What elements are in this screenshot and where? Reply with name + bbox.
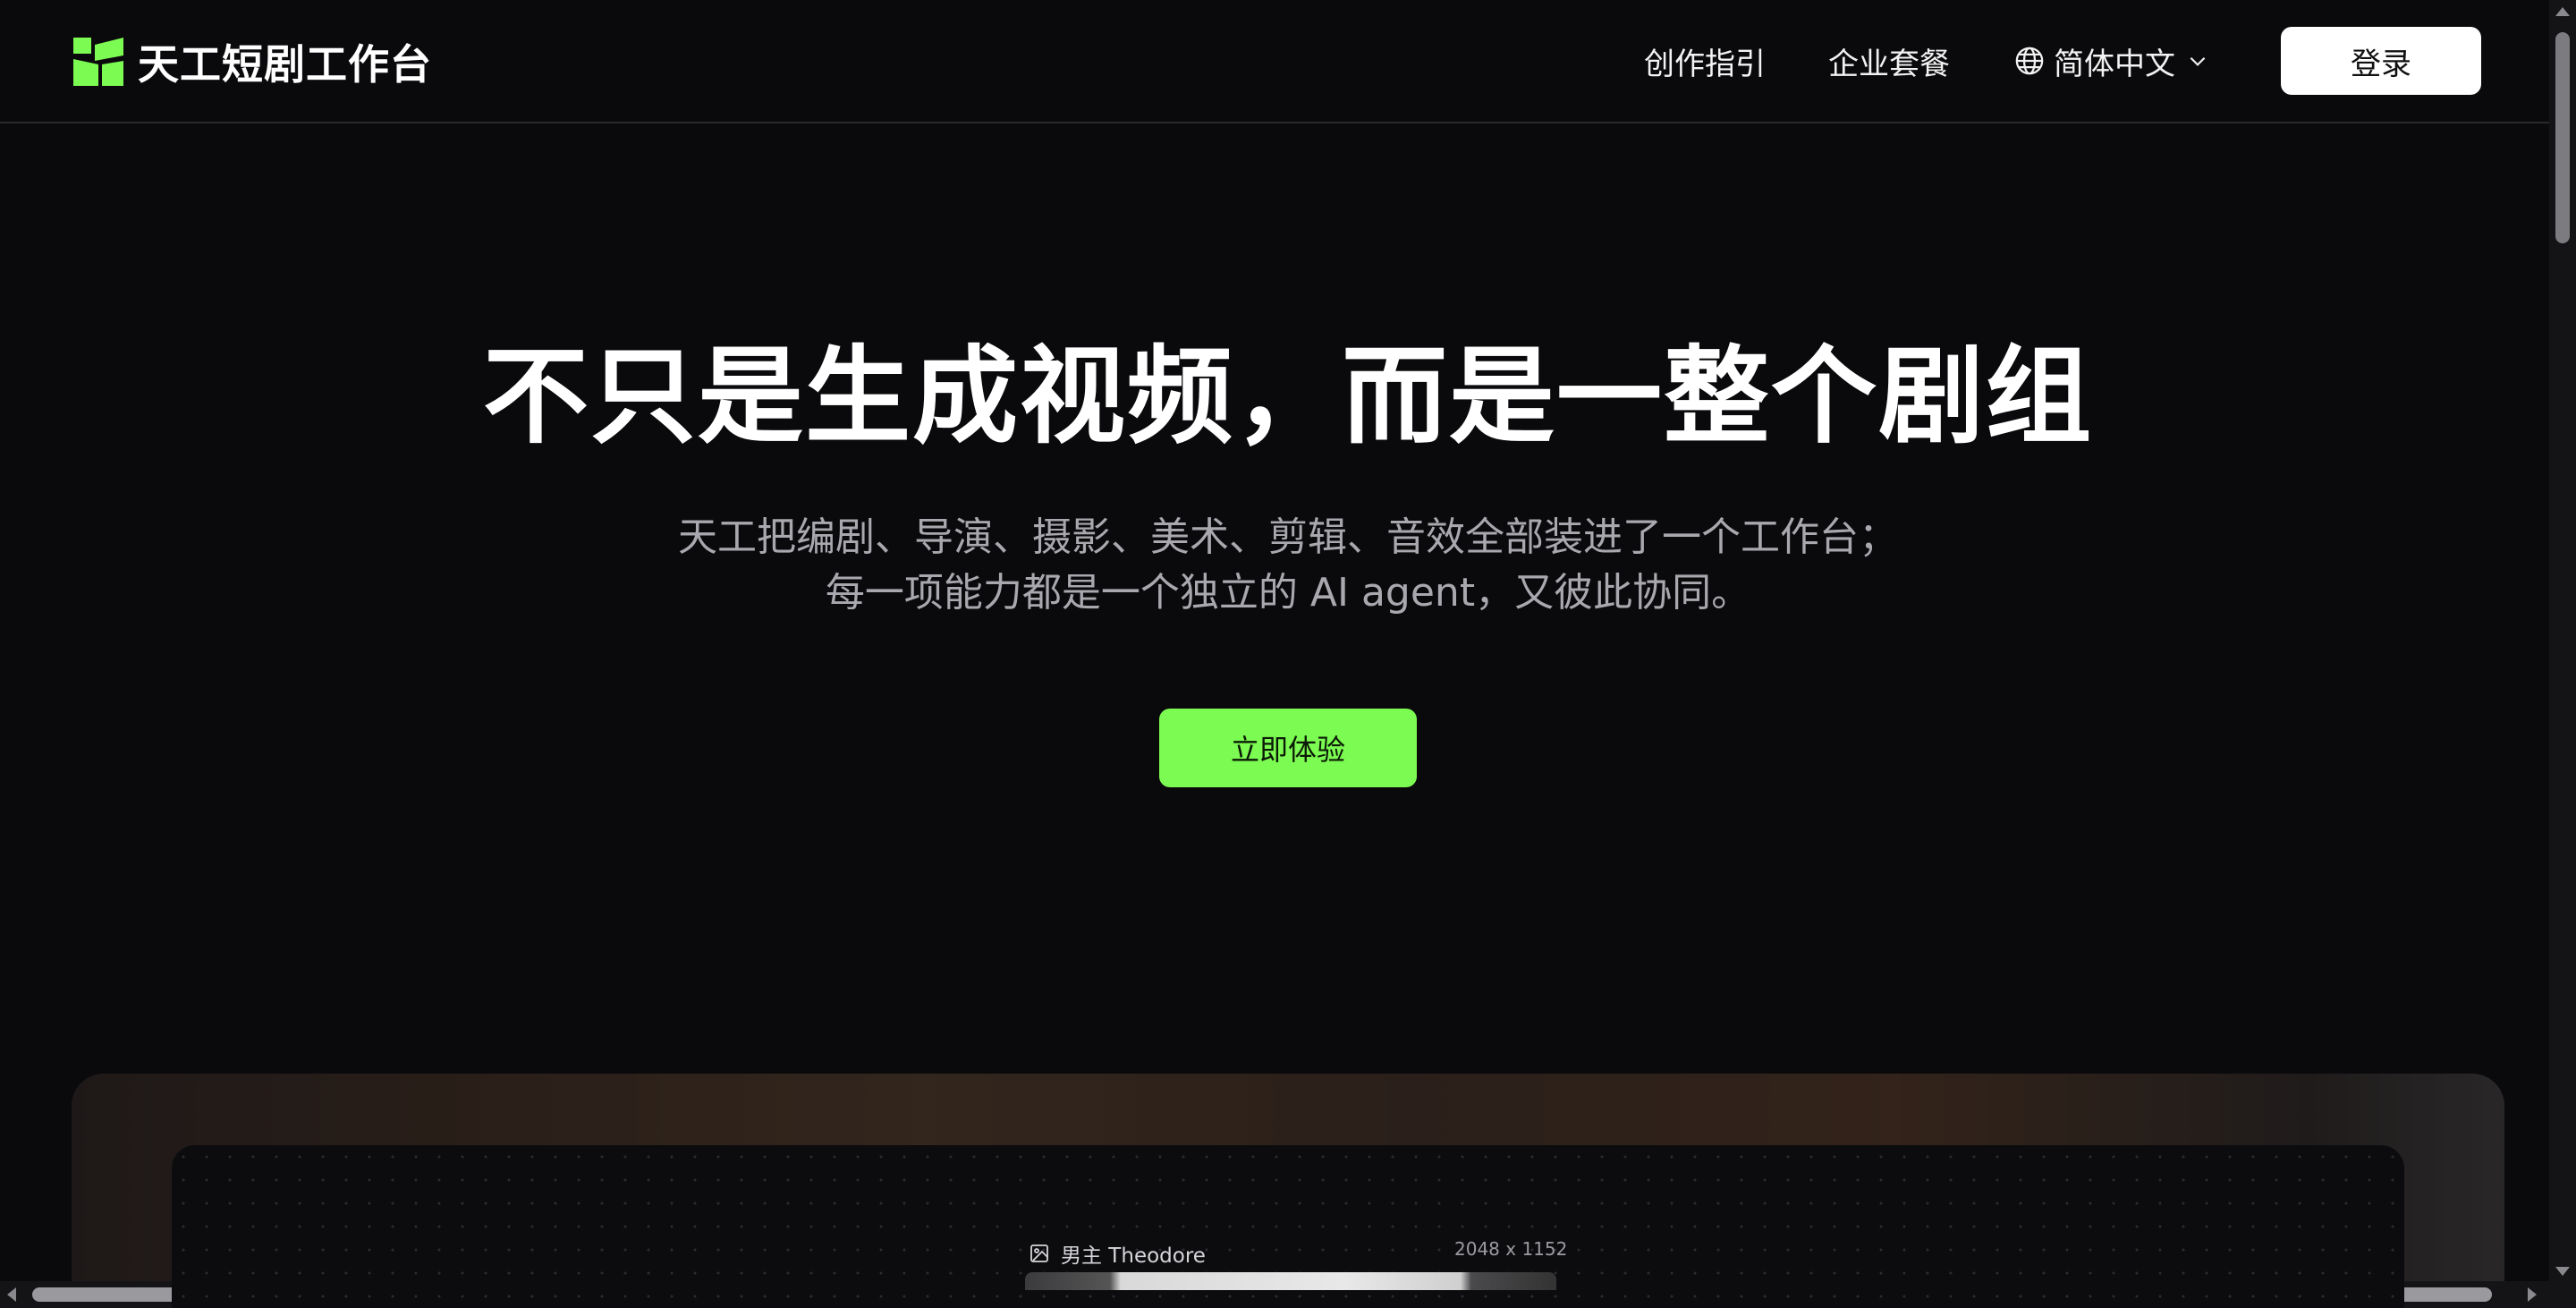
hero-subtitle-line-2: 每一项能力都是一个独立的 AI agent，又彼此协同。 — [825, 570, 1751, 616]
login-button[interactable]: 登录 — [2281, 27, 2481, 95]
image-icon — [1030, 1244, 1048, 1262]
scroll-down-arrow-icon[interactable] — [2555, 1267, 2570, 1276]
globe-icon — [2015, 47, 2044, 75]
language-label: 简体中文 — [2054, 46, 2175, 82]
scroll-left-arrow-icon[interactable] — [7, 1287, 16, 1302]
asset-thumbnail[interactable] — [1025, 1272, 1556, 1290]
top-nav-bar: 天工短剧工作台 创作指引 企业套餐 简体中文 登录 — [0, 0, 2549, 123]
scroll-right-arrow-icon[interactable] — [2528, 1287, 2537, 1302]
hero-subtitle-line-1: 天工把编剧、导演、摄影、美术、剪辑、音效全部装进了一个工作台； — [678, 514, 1898, 560]
skywork-logo-icon — [73, 38, 123, 86]
main-nav: 创作指引 企业套餐 简体中文 登录 — [1644, 25, 2481, 97]
vertical-scrollbar[interactable] — [2549, 0, 2576, 1281]
asset-card-title[interactable]: 男主 Theodore — [1029, 1238, 1206, 1269]
asset-dimensions: 2048 x 1152 — [1454, 1238, 1568, 1260]
nav-link-guide[interactable]: 创作指引 — [1644, 39, 1766, 83]
try-now-button[interactable]: 立即体验 — [1159, 709, 1417, 787]
scrollbar-corner — [2549, 1281, 2576, 1308]
chevron-down-icon — [2190, 56, 2206, 66]
asset-name: 男主 Theodore — [1061, 1244, 1206, 1268]
language-selector[interactable]: 简体中文 — [2014, 39, 2209, 83]
brand-name: 天工短剧工作台 — [138, 40, 432, 89]
nav-link-enterprise[interactable]: 企业套餐 — [1828, 39, 1950, 83]
brand[interactable]: 天工短剧工作台 — [72, 32, 432, 91]
vertical-scroll-thumb[interactable] — [2555, 32, 2570, 243]
scroll-up-arrow-icon[interactable] — [2555, 7, 2570, 16]
hero-title: 不只是生成视频，而是一整个剧组 — [482, 335, 2093, 458]
